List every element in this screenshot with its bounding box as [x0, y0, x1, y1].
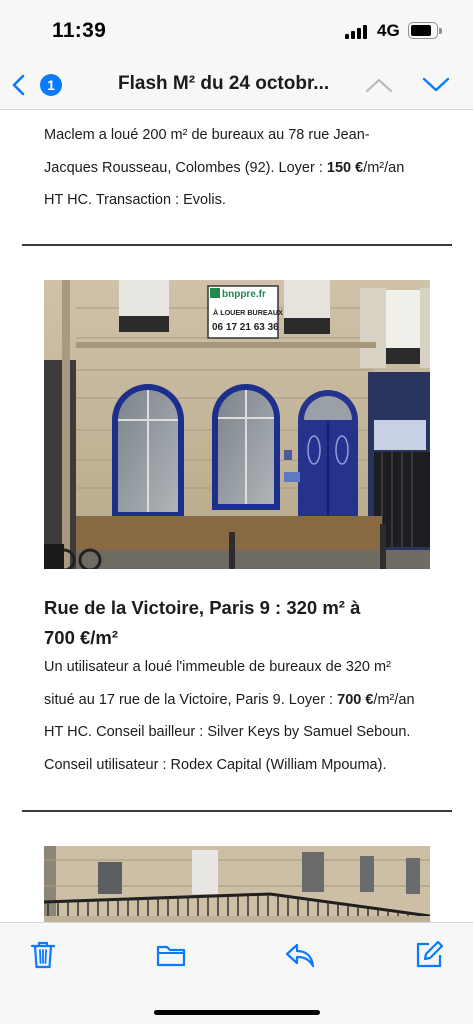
chevron-left-icon — [12, 74, 25, 96]
back-button[interactable]: 1 — [8, 68, 64, 102]
article2-title: Rue de la Victoire, Paris 9 : 320 m² à 7… — [44, 597, 361, 648]
compose-icon[interactable] — [413, 939, 445, 971]
battery-icon — [408, 22, 442, 39]
message-nav-bar: 1 Flash M² du 24 octobr... — [0, 60, 473, 110]
cellular-signal-icon — [345, 25, 369, 39]
article2-text: Un utilisateur a loué l'immeuble de bure… — [44, 659, 415, 773]
message-body[interactable]: Maclem a loué 200 m² de bureaux au 78 ru… — [0, 111, 473, 922]
folder-icon[interactable] — [155, 939, 187, 971]
building-photo-2 — [44, 846, 430, 922]
trash-icon[interactable] — [27, 939, 59, 971]
status-bar: 11:39 4G — [0, 0, 473, 60]
reply-icon[interactable] — [284, 939, 316, 971]
status-time: 11:39 — [52, 19, 107, 42]
sign-caption: À LOUER BUREAUX — [213, 308, 283, 317]
chevron-down-icon[interactable] — [421, 72, 451, 98]
unread-count-badge: 1 — [40, 74, 62, 96]
network-type: 4G — [377, 21, 400, 40]
battery-level — [411, 25, 431, 36]
home-indicator[interactable] — [154, 1010, 320, 1015]
sign-phone: 06 17 21 63 36 — [212, 322, 279, 333]
section-divider — [22, 244, 452, 246]
building-photo: bnppre.fr À LOUER BUREAUX 06 17 21 63 36 — [44, 280, 430, 569]
mail-toolbar — [0, 922, 473, 1024]
section-divider — [22, 810, 452, 812]
chevron-up-icon[interactable] — [364, 72, 394, 98]
message-subject: Flash M² du 24 octobr... — [118, 73, 330, 94]
article1-text: Maclem a loué 200 m² de bureaux au 78 ru… — [44, 127, 405, 208]
sign-website: bnppre.fr — [222, 289, 266, 300]
